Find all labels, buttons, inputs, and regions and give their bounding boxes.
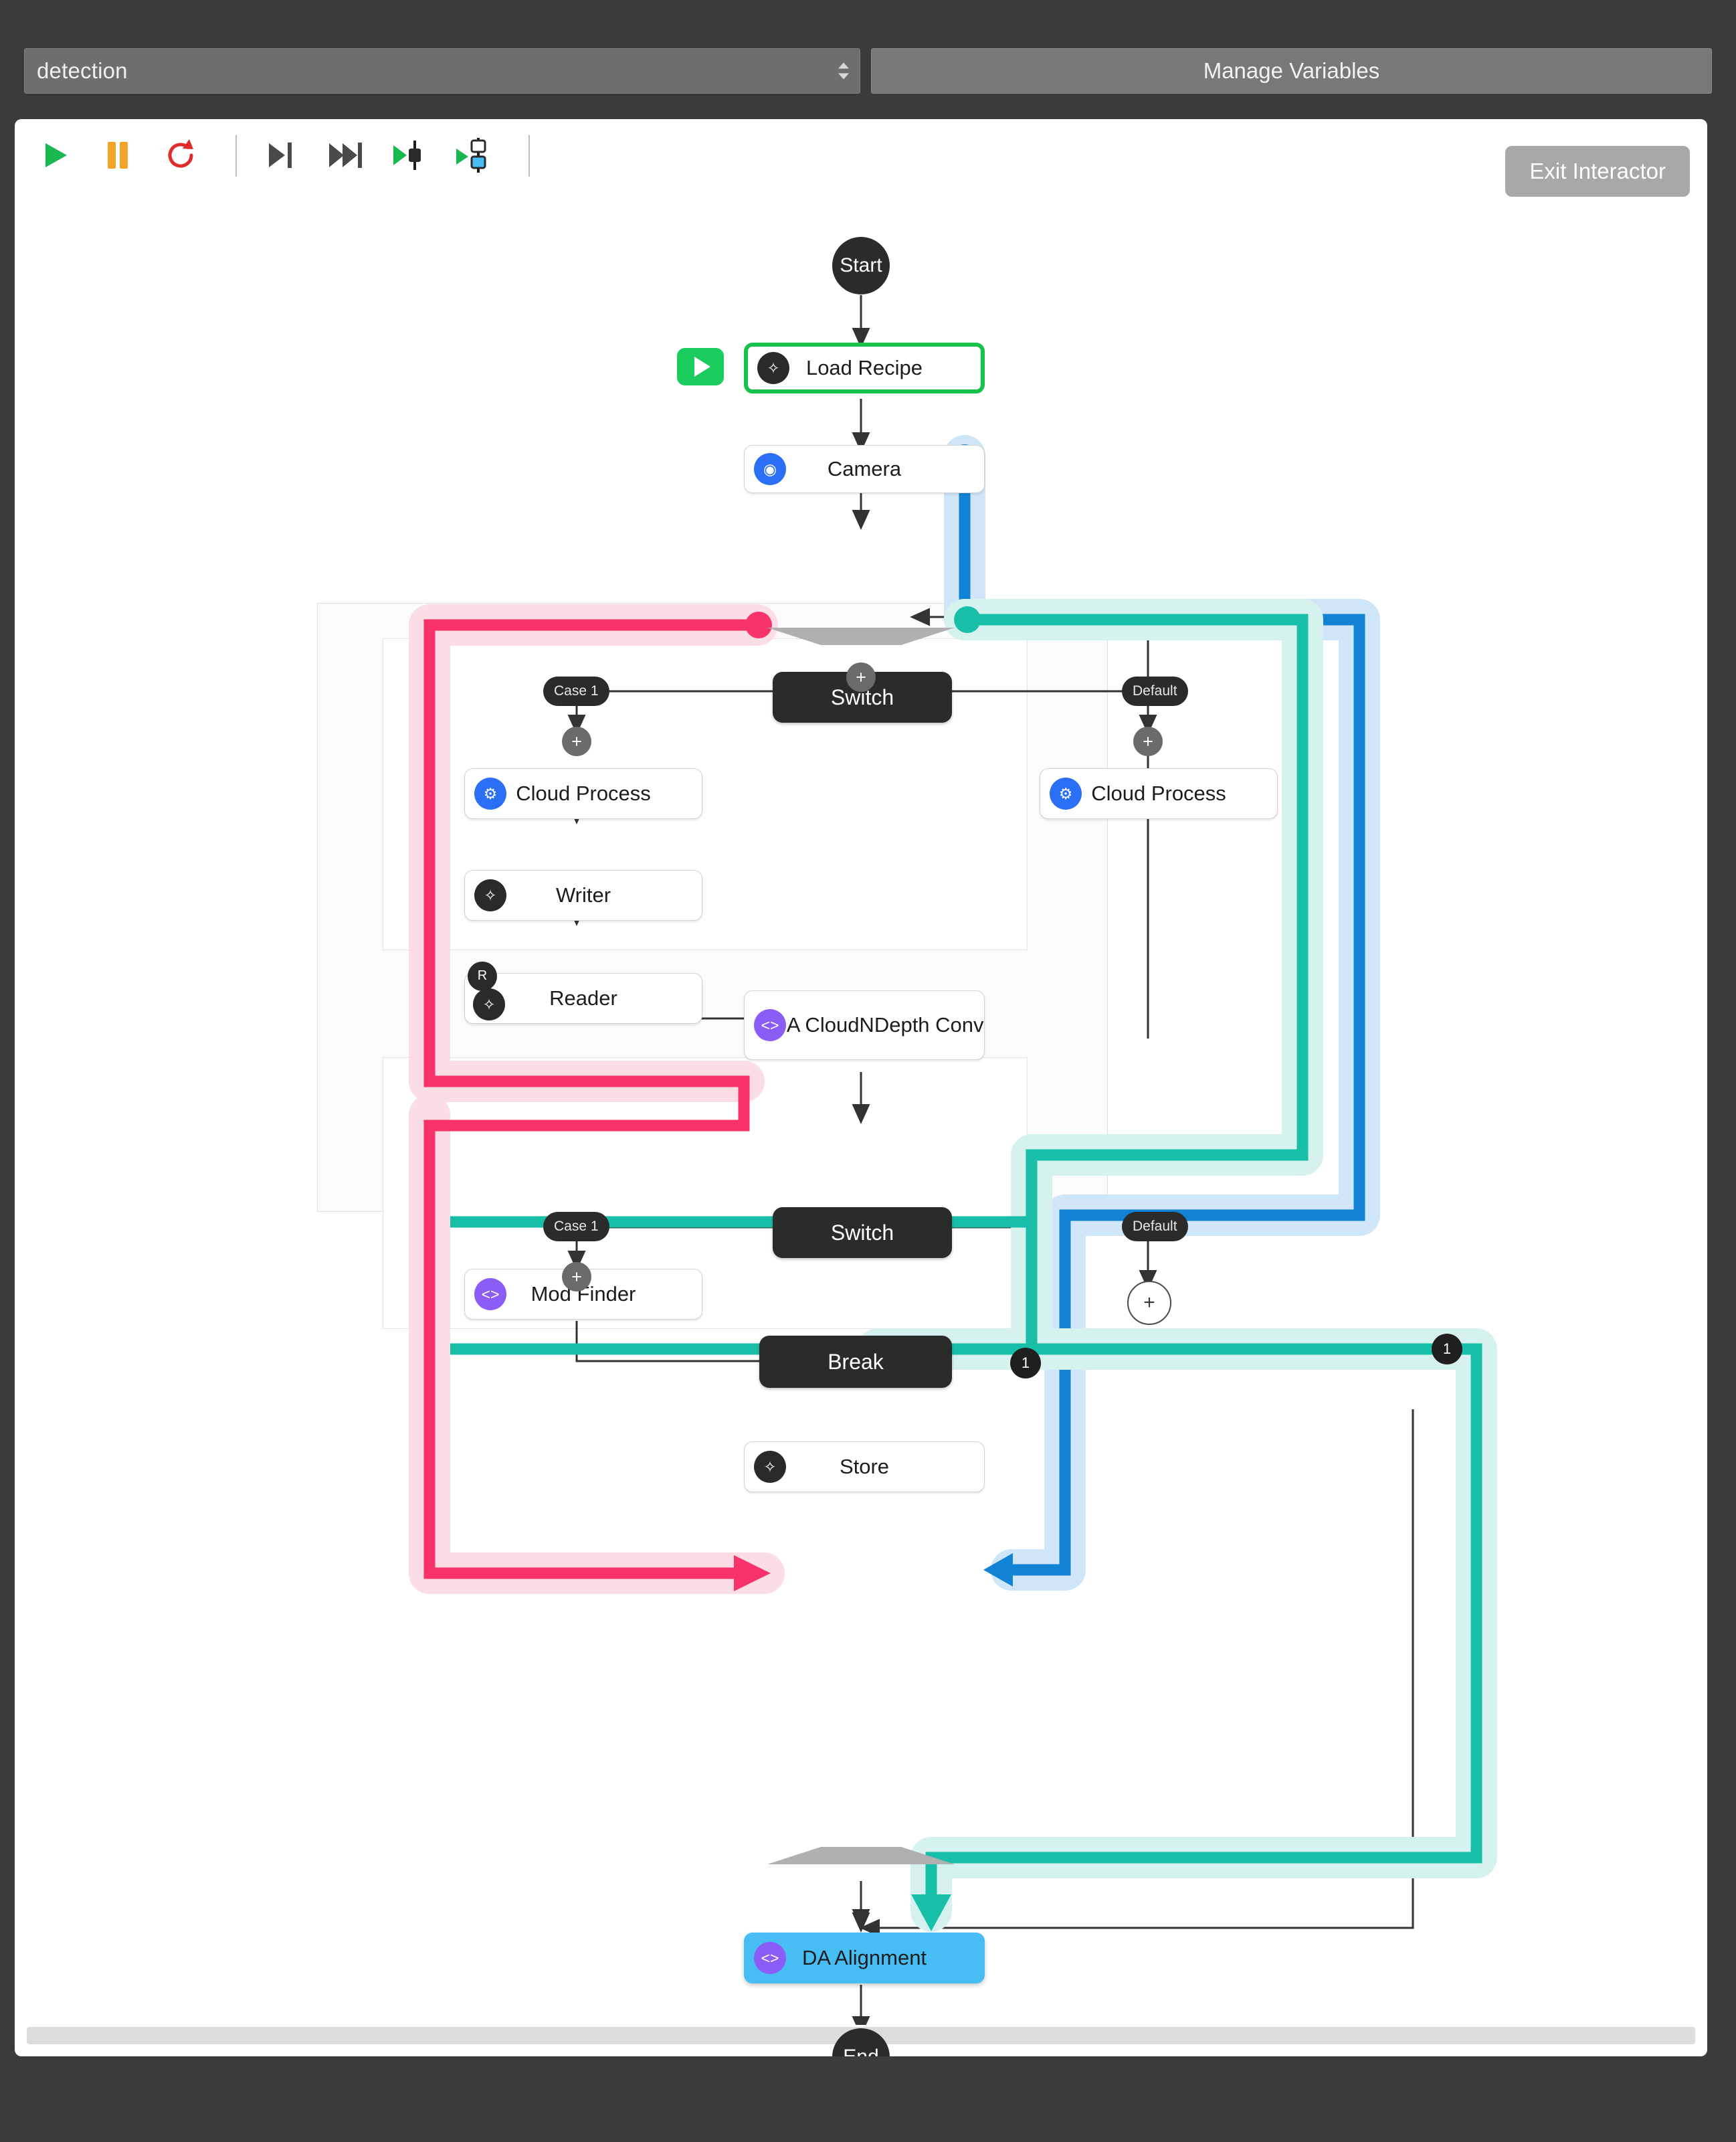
reader-node[interactable]: ✧ R Reader [464, 962, 702, 1024]
writer-node[interactable]: ✧ Writer [464, 870, 702, 921]
interactor-window: detection Manage Variables Exit Interact… [0, 0, 1736, 2142]
run-button[interactable] [36, 137, 74, 174]
manage-variables-button[interactable]: Manage Variables [871, 48, 1712, 94]
step-over-button[interactable] [261, 137, 298, 174]
cloud-process-right-label: Cloud Process [1091, 782, 1226, 806]
camera-label: Camera [827, 457, 902, 481]
recipe-select-value: detection [37, 58, 128, 83]
cloud-icon: ⚙ [474, 778, 506, 810]
store-label: Store [839, 1455, 890, 1479]
code-icon: <> [474, 1278, 506, 1310]
wrench-icon: ✧ [754, 1451, 786, 1483]
run-to-node-button[interactable] [391, 137, 428, 174]
switch1-add-badge[interactable]: + [846, 662, 876, 692]
switch2-default-port[interactable]: Default [1122, 1212, 1188, 1241]
wrench-icon: ✧ [473, 988, 505, 1020]
collapse-handle-bottom[interactable] [767, 1844, 955, 1864]
switch1-case1-add-badge[interactable]: + [562, 727, 591, 756]
restart-button[interactable] [162, 137, 199, 174]
recipe-select[interactable]: detection [24, 48, 860, 94]
wrench-icon: ✧ [757, 352, 789, 384]
switch1-case1-port[interactable]: Case 1 [543, 677, 609, 706]
cloud-process-right-node[interactable]: ⚙ Cloud Process [1040, 768, 1278, 819]
code-icon: <> [754, 1009, 786, 1041]
da-cloudndepth-conv-node[interactable]: <> DA CloudNDepth Conv [744, 990, 985, 1060]
break-node[interactable]: Break [759, 1336, 952, 1388]
camera-node[interactable]: ◉ Camera [744, 445, 985, 493]
da-alignment-label: DA Alignment [801, 1946, 927, 1970]
exit-interactor-button[interactable]: Exit Interactor [1505, 146, 1690, 197]
debug-toolbar [15, 119, 1707, 191]
start-node[interactable]: Start [832, 237, 890, 294]
nodes-layer: Start ✧ Load Recipe ◉ Camera + Switch Ca… [15, 191, 1707, 2056]
load-recipe-node[interactable]: ✧ Load Recipe [744, 343, 985, 393]
writer-label: Writer [555, 883, 611, 907]
spinner-arrows-icon[interactable] [838, 62, 849, 80]
run-to-selected-button[interactable] [455, 137, 492, 174]
load-recipe-label: Load Recipe [805, 356, 923, 380]
top-bar: detection Manage Variables [0, 0, 1736, 119]
loop-out-badge[interactable]: 1 [1432, 1334, 1462, 1364]
collapse-handle-top[interactable] [767, 628, 955, 648]
run-from-here-chip[interactable] [677, 348, 724, 385]
camera-icon: ◉ [754, 453, 786, 485]
reader-flag-badge[interactable]: R [468, 962, 497, 991]
pause-button[interactable] [99, 137, 136, 174]
graph-panel: Exit Interactor Start ✧ Load Recipe ◉ Ca… [15, 119, 1707, 2056]
switch2-default-add-circle[interactable]: + [1127, 1281, 1171, 1325]
toolbar-divider [235, 135, 237, 177]
da-cloudndepth-conv-label: DA CloudNDepth Conv [771, 1013, 984, 1037]
cloud-process-left-label: Cloud Process [516, 782, 651, 806]
switch1-default-port[interactable]: Default [1122, 677, 1188, 706]
da-alignment-node[interactable]: <> DA Alignment [744, 1933, 985, 1983]
switch2-case1-add-badge[interactable]: + [562, 1262, 591, 1291]
switch2-case1-port[interactable]: Case 1 [543, 1212, 609, 1241]
break-out-badge[interactable]: 1 [1010, 1348, 1041, 1378]
node-graph-canvas[interactable]: Start ✧ Load Recipe ◉ Camera + Switch Ca… [15, 191, 1707, 2056]
switch2-node[interactable]: Switch [773, 1207, 952, 1258]
step-forward-button[interactable] [326, 137, 364, 174]
switch1-default-add-badge[interactable]: + [1133, 727, 1163, 756]
code-icon: <> [754, 1942, 786, 1974]
cloud-process-left-node[interactable]: ⚙ Cloud Process [464, 768, 702, 819]
store-node[interactable]: ✧ Store [744, 1441, 985, 1492]
cloud-icon: ⚙ [1050, 778, 1082, 810]
reader-label: Reader [549, 986, 617, 1010]
wrench-icon: ✧ [474, 879, 506, 911]
toolbar-divider-2 [528, 135, 530, 177]
